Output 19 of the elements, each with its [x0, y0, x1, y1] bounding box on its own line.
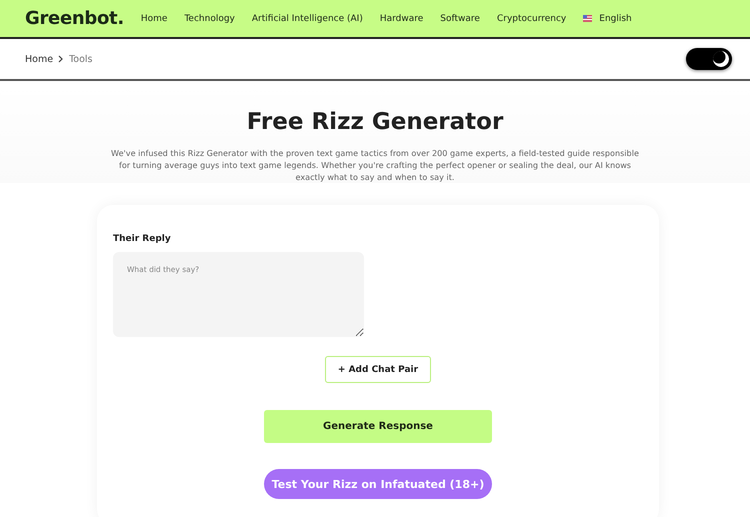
nav-link[interactable]: Software — [440, 14, 480, 24]
nav-link[interactable]: Artificial Intelligence (AI) — [252, 14, 363, 24]
nav-link[interactable]: Home — [140, 14, 168, 24]
nav-link[interactable]: Cryptocurrency — [496, 14, 566, 24]
nav-link[interactable]: Hardware — [380, 14, 424, 24]
breadcrumb-item[interactable]: Home — [25, 54, 54, 64]
chevron-right-icon — [58, 55, 64, 63]
add-chat-pair-button[interactable]: + Add Chat Pair — [324, 356, 432, 383]
flag-icon — [583, 15, 592, 22]
language-link[interactable]: English — [599, 14, 632, 24]
moon-icon — [713, 51, 729, 67]
field-label: Their Reply — [113, 234, 172, 244]
theme-toggle[interactable] — [686, 48, 732, 70]
site-logo[interactable]: Greenbot. — [25, 8, 124, 29]
generate-button[interactable]: Generate Response — [264, 410, 492, 443]
nav-link[interactable]: Technology — [184, 14, 235, 24]
breadcrumb-item: Tools — [69, 54, 92, 64]
page-title: Free Rizz Generator — [246, 109, 504, 135]
page-description: We've infused this Rizz Generator with the proven text game tactics from over 200 game experts, a field-tested guide responsible for turning average guys into text game legends. Whether you're crafting the perfect opener or sealing the deal, our AI knows exactly what to say and when to say it. — [110, 147, 640, 183]
